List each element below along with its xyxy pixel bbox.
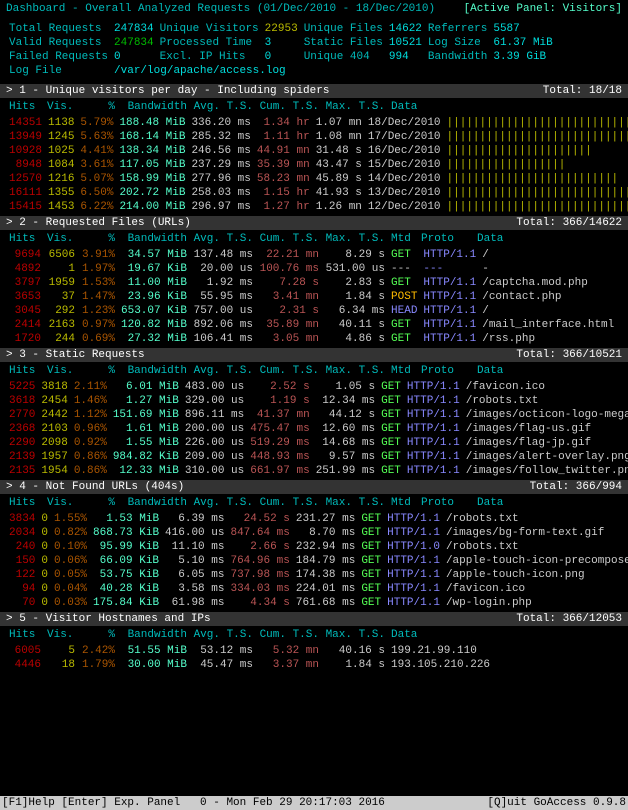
table-row[interactable]: 229020980.92% 1.55 MiB226.00 us519.29 ms…: [6, 436, 628, 450]
footer-quit[interactable]: [Q]uit GoAccess 0.9.8: [487, 796, 626, 810]
table-row[interactable]: 522538182.11% 6.01 MiB483.00 us 2.52 s 1…: [6, 380, 628, 394]
panel-title: > 3 - Static Requests: [6, 349, 145, 361]
panel-title: > 2 - Requested Files (URLs): [6, 217, 191, 229]
summary: Total Requests247834 Unique Visitors2295…: [0, 18, 628, 82]
table-row[interactable]: 213919570.86%984.82 KiB209.00 us448.93 m…: [6, 450, 628, 464]
column-headers: HitsVis.%BandwidthAvg. T.S.Cum. T.S.Max.…: [0, 98, 628, 116]
panel-title: > 1 - Unique visitors per day - Includin…: [6, 85, 329, 97]
table-row[interactable]: 3045 2921.23%653.07 KiB757.00 us 2.31 s …: [6, 304, 617, 318]
table-row[interactable]: 213519540.86% 12.33 MiB310.00 us661.97 m…: [6, 464, 628, 478]
bar-chart-icon: ||||||||||||||||||||||||||||||: [444, 116, 628, 130]
header: Dashboard - Overall Analyzed Requests (0…: [0, 0, 628, 18]
table-row[interactable]: 6005 52.42% 51.55 MiB 53.12 ms 5.32 mn 4…: [6, 644, 493, 658]
bar-chart-icon: ||||||||||||||||||||||||||||||||||: [444, 186, 628, 200]
footer-help[interactable]: [F1]Help [Enter] Exp. Panel: [2, 797, 180, 809]
summary-row-3: Failed Requests0 Excl. IP Hits0 Unique 4…: [6, 50, 556, 64]
table-row[interactable]: 236821030.96% 1.61 MiB200.00 us475.47 ms…: [6, 422, 628, 436]
table-row[interactable]: 3653 371.47% 23.96 KiB 55.95 ms 3.41 mn …: [6, 290, 617, 304]
column-headers: HitsVis.%BandwidthAvg. T.S.Cum. T.S.Max.…: [0, 362, 628, 380]
table-row[interactable]: 1257012165.07%158.99 MiB277.96 ms 58.23 …: [6, 172, 628, 186]
panel-header-3[interactable]: > 3 - Static Requests Total: 366/10521: [0, 348, 628, 362]
summary-row-4: Log File/var/log/apache/access.log: [6, 64, 556, 78]
column-headers: HitsVis.%BandwidthAvg. T.S.Cum. T.S.Max.…: [0, 230, 628, 248]
table-row[interactable]: 1394912455.63%168.14 MiB285.32 ms 1.11 h…: [6, 130, 628, 144]
table-row[interactable]: 241421630.97%120.82 MiB892.06 ms 35.89 m…: [6, 318, 617, 332]
footer-bar: [F1]Help [Enter] Exp. Panel 0 - Mon Feb …: [0, 796, 628, 810]
table-row[interactable]: 969465063.91% 34.57 MiB137.48 ms 22.21 m…: [6, 248, 617, 262]
active-panel-label: [Active Panel: Visitors]: [464, 2, 622, 16]
table-row[interactable]: 94 00.04% 40.28 KiB 3.58 ms334.03 ms224.…: [6, 582, 628, 596]
table-row[interactable]: 1541514536.22%214.00 MiB296.97 ms 1.27 h…: [6, 200, 628, 214]
panel-title: > 5 - Visitor Hostnames and IPs: [6, 613, 211, 625]
table-row[interactable]: 4446 181.79% 30.00 MiB 45.47 ms 3.37 mn …: [6, 658, 493, 672]
panel-title: > 4 - Not Found URLs (404s): [6, 481, 184, 493]
panel-total: Total: 18/18: [543, 84, 622, 98]
table-row[interactable]: 1092810254.41%138.34 MiB246.56 ms 44.91 …: [6, 144, 628, 158]
footer-status: 0 - Mon Feb 29 20:17:03 2016: [200, 797, 385, 809]
summary-row-2: Valid Requests247834 Processed Time3 Sta…: [6, 36, 556, 50]
table-row[interactable]: 1720 2440.69% 27.32 MiB106.41 ms 3.05 mn…: [6, 332, 617, 346]
panel-header-2[interactable]: > 2 - Requested Files (URLs) Total: 366/1…: [0, 216, 628, 230]
table-row[interactable]: 1435111385.79%188.48 MiB336.20 ms 1.34 h…: [6, 116, 628, 130]
table-row[interactable]: 70 00.03%175.84 KiB 61.98 ms 4.34 s761.6…: [6, 596, 628, 610]
dashboard-title: Dashboard - Overall Analyzed Requests (0…: [6, 3, 435, 15]
panel-rows-1: 1435111385.79%188.48 MiB336.20 ms 1.34 h…: [0, 116, 628, 214]
table-row[interactable]: 379719591.53% 11.00 MiB 1.92 ms 7.28 s 2…: [6, 276, 617, 290]
bar-chart-icon: |||||||||||||||||||||||||||||: [444, 130, 628, 144]
bar-chart-icon: ||||||||||||||||||||||||||: [444, 172, 628, 186]
table-row[interactable]: 277024421.12%151.69 MiB896.11 ms 41.37 m…: [6, 408, 628, 422]
column-headers: HitsVis.%BandwidthAvg. T.S.Cum. T.S.Max.…: [0, 494, 628, 512]
panel-header-5[interactable]: > 5 - Visitor Hostnames and IPs Total: 36…: [0, 612, 628, 626]
bar-chart-icon: ||||||||||||||||||||||: [444, 144, 628, 158]
panel-rows-5: 6005 52.42% 51.55 MiB 53.12 ms 5.32 mn 4…: [0, 644, 628, 672]
panel-total: Total: 366/12053: [516, 612, 622, 626]
table-row[interactable]: 361824541.46% 1.27 MiB329.00 us 1.19 s 1…: [6, 394, 628, 408]
table-row[interactable]: 150 00.06% 66.09 KiB 5.10 ms764.96 ms184…: [6, 554, 628, 568]
summary-row-1: Total Requests247834 Unique Visitors2295…: [6, 22, 556, 36]
table-row[interactable]: 240 00.10% 95.99 KiB 11.10 ms 2.66 s232.…: [6, 540, 628, 554]
panel-total: Total: 366/994: [530, 480, 622, 494]
table-row[interactable]: 2034 00.82%868.73 KiB416.00 us847.64 ms …: [6, 526, 628, 540]
panel-total: Total: 366/14622: [516, 216, 622, 230]
table-row[interactable]: 1611113556.50%202.72 MiB258.03 ms 1.15 h…: [6, 186, 628, 200]
column-headers: HitsVis.%BandwidthAvg. T.S.Cum. T.S.Max.…: [0, 626, 628, 644]
panel-rows-3: 522538182.11% 6.01 MiB483.00 us 2.52 s 1…: [0, 380, 628, 478]
bar-chart-icon: ||||||||||||||||||: [444, 158, 628, 172]
panel-header-1[interactable]: > 1 - Unique visitors per day - Includin…: [0, 84, 628, 98]
bar-chart-icon: ||||||||||||||||||||||||||||||||: [444, 200, 628, 214]
table-row[interactable]: 3834 01.55% 1.53 MiB 6.39 ms 24.52 s231.…: [6, 512, 628, 526]
table-row[interactable]: 122 00.05% 53.75 KiB 6.05 ms737.98 ms174…: [6, 568, 628, 582]
table-row[interactable]: 894810843.61%117.05 MiB237.29 ms 35.39 m…: [6, 158, 628, 172]
panel-rows-4: 3834 01.55% 1.53 MiB 6.39 ms 24.52 s231.…: [0, 512, 628, 610]
panel-header-4[interactable]: > 4 - Not Found URLs (404s) Total: 366/99…: [0, 480, 628, 494]
table-row[interactable]: 4892 11.97% 19.67 KiB 20.00 us100.76 ms5…: [6, 262, 617, 276]
panel-rows-2: 969465063.91% 34.57 MiB137.48 ms 22.21 m…: [0, 248, 628, 346]
panel-total: Total: 366/10521: [516, 348, 622, 362]
